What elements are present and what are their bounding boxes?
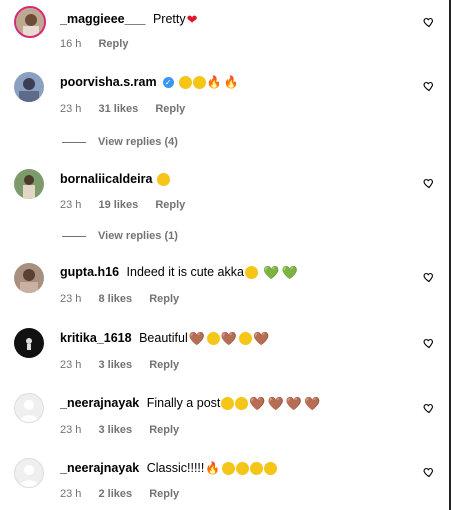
reply-button[interactable]: Reply: [149, 424, 179, 436]
comment-text: Beautiful: [139, 331, 188, 345]
heart-outline-icon[interactable]: [423, 466, 435, 478]
comment-time[interactable]: 23 h: [60, 199, 81, 211]
comment-time[interactable]: 23 h: [60, 293, 81, 305]
comment-emojis: 💚💚: [244, 265, 299, 280]
red-heart-emoji: ❤: [186, 12, 198, 28]
avatar[interactable]: [14, 6, 46, 38]
reply-button[interactable]: Reply: [149, 359, 179, 371]
reply-button[interactable]: Reply: [155, 199, 185, 211]
avatar[interactable]: [14, 169, 44, 199]
like-count[interactable]: 3 likes: [98, 424, 132, 436]
comment-time[interactable]: 23 h: [60, 488, 81, 500]
comment-text: Classic!!!!!: [146, 461, 205, 475]
like-count[interactable]: 2 likes: [98, 488, 132, 500]
heart-outline-icon[interactable]: [423, 80, 435, 92]
avatar[interactable]: [14, 328, 44, 358]
comment-username[interactable]: _maggieee___: [60, 12, 145, 26]
like-count[interactable]: 31 likes: [98, 103, 138, 115]
heart-outline-icon[interactable]: [423, 337, 435, 349]
comment-emojis: [156, 172, 171, 187]
view-replies-button[interactable]: View replies (4): [62, 136, 178, 148]
like-count[interactable]: 19 likes: [98, 199, 138, 211]
avatar[interactable]: [14, 263, 44, 293]
comment-username[interactable]: gupta.h16: [60, 265, 119, 279]
avatar[interactable]: [14, 458, 44, 488]
comment-text: Indeed it is cute akka: [126, 265, 244, 279]
reply-button[interactable]: Reply: [149, 488, 179, 500]
reply-button[interactable]: Reply: [149, 293, 179, 305]
comment-emojis: 🤎🤎🤎🤎: [220, 396, 321, 411]
verified-badge-icon: ✓: [162, 77, 174, 89]
reply-button[interactable]: Reply: [155, 103, 185, 115]
comment-username[interactable]: _neerajnayak: [60, 461, 139, 475]
comment-emojis: 🤎 🤎 🤎: [188, 331, 271, 347]
comment-emojis: 🔥🔥: [178, 75, 240, 90]
comment-username[interactable]: kritika_1618: [60, 331, 132, 345]
avatar[interactable]: [14, 72, 44, 102]
comment-username[interactable]: _neerajnayak: [60, 396, 139, 410]
comment-time[interactable]: 23 h: [60, 424, 81, 436]
comment-time[interactable]: 23 h: [60, 103, 81, 115]
reply-button[interactable]: Reply: [98, 38, 128, 50]
comment-text: Pretty: [152, 12, 186, 26]
view-replies-button[interactable]: View replies (1): [62, 230, 178, 242]
heart-outline-icon[interactable]: [423, 402, 435, 414]
comment-username[interactable]: poorvisha.s.ram: [60, 75, 157, 89]
comment-username[interactable]: bornaliicaldeira: [60, 172, 152, 186]
comment-time[interactable]: 16 h: [60, 38, 81, 50]
heart-outline-icon[interactable]: [423, 271, 435, 283]
comment-text: Finally a post: [146, 396, 221, 410]
comment-time[interactable]: 23 h: [60, 359, 81, 371]
like-count[interactable]: 3 likes: [98, 359, 132, 371]
avatar[interactable]: [14, 393, 44, 423]
comment-emojis: 🔥: [204, 461, 278, 476]
like-count[interactable]: 8 likes: [98, 293, 132, 305]
heart-outline-icon[interactable]: [423, 16, 435, 28]
heart-outline-icon[interactable]: [423, 177, 435, 189]
